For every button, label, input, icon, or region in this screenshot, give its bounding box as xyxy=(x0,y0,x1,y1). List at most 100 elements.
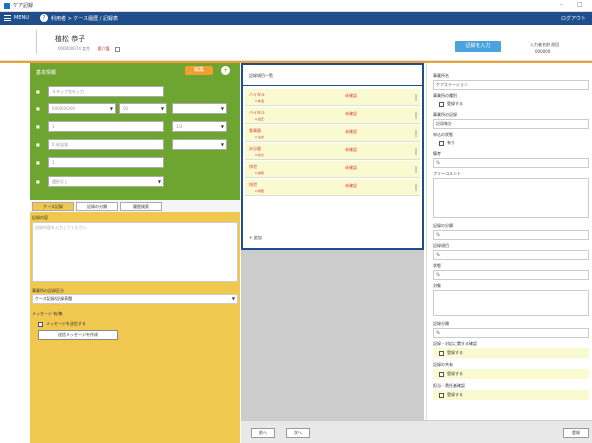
next-button[interactable]: 次へ xyxy=(286,428,310,438)
add-icon[interactable]: + xyxy=(221,66,230,75)
share-checkbox[interactable]: 登録する xyxy=(439,371,463,377)
maximize-button[interactable]: □ xyxy=(577,1,583,8)
list-item[interactable]: 水分量 0.水分 未確認 xyxy=(245,143,420,160)
checkbox-box[interactable] xyxy=(439,350,444,356)
tab-record-class[interactable]: 記録の分類 xyxy=(76,202,118,211)
divider xyxy=(36,30,37,54)
item-sub: 0.主食 xyxy=(255,135,264,139)
add-item-link[interactable]: + 追加 xyxy=(249,235,262,241)
field-label: ■ xyxy=(36,106,40,111)
record-input[interactable]: 0.体温測 xyxy=(48,139,164,150)
checkbox-box[interactable] xyxy=(38,321,43,327)
message-label: メッセージ 有/無 xyxy=(32,311,63,316)
field-label: フリーコメント xyxy=(433,171,461,176)
list-item[interactable]: バイタル 0.体温 未確認 xyxy=(245,89,420,106)
checkbox-box[interactable] xyxy=(439,371,444,377)
nav-bar: MENU ? 利用者 > ケース履歴 / 記録表 ログアウト xyxy=(0,12,592,25)
item-name: 排泄 xyxy=(249,164,257,169)
date-select[interactable]: 0000/00/00 xyxy=(48,103,116,114)
edit-button[interactable]: 編集 xyxy=(185,66,213,75)
drag-handle-icon[interactable] xyxy=(415,130,417,137)
status-checkbox[interactable]: 有り xyxy=(439,140,455,146)
checkbox-box[interactable] xyxy=(439,101,444,107)
field-label: 記録の分類 xyxy=(433,223,453,228)
record-input-button[interactable]: 記録を入力 xyxy=(455,41,501,52)
help-icon[interactable]: ? xyxy=(40,14,48,22)
item-input[interactable]: 1 xyxy=(48,121,164,132)
meta-line-2: 000000 xyxy=(535,49,551,54)
app-logo-icon xyxy=(4,3,10,9)
field-label: 事業所の種別 xyxy=(433,93,457,98)
item-status: 未確認 xyxy=(345,93,357,98)
checkbox-box[interactable] xyxy=(439,392,444,398)
count-input[interactable]: 1 xyxy=(48,157,164,168)
item-status: 未確認 xyxy=(345,165,357,170)
item-status: 未確認 xyxy=(345,147,357,152)
register-button[interactable]: 登録 xyxy=(563,428,589,438)
list-item[interactable]: 排泄 0.排尿 未確認 xyxy=(245,161,420,178)
list-item[interactable]: 排泄 0.排便 未確認 xyxy=(245,179,420,196)
list-header: 記録項目一覧 xyxy=(243,65,422,86)
field-label: 対象 xyxy=(433,283,441,288)
menu-label[interactable]: MENU xyxy=(14,15,29,21)
office-type-checkbox[interactable]: 登録する xyxy=(439,101,463,107)
drag-handle-icon[interactable] xyxy=(415,148,417,155)
field-label: ■ xyxy=(36,124,40,129)
field-label: 担当・責任者確認 xyxy=(433,383,465,388)
record-item-field[interactable]: % xyxy=(433,250,589,260)
confirm-checkbox[interactable]: 登録する xyxy=(439,350,463,356)
drag-handle-icon[interactable] xyxy=(415,166,417,173)
prev-button[interactable]: 前へ xyxy=(251,428,275,438)
field-label: 記録の共有 xyxy=(433,362,453,367)
tab-bar: ケース記録 記録の分類 履歴検索 xyxy=(30,200,240,212)
window-title: ケア記録 xyxy=(13,3,34,9)
tab-case-record[interactable]: ケース記録 xyxy=(32,202,74,211)
tab-history[interactable]: 履歴検索 xyxy=(120,202,162,211)
office-name-field[interactable]: ケアステーション xyxy=(433,80,589,90)
field-label: ■ xyxy=(36,160,40,165)
list-header-label: 記録項目一覧 xyxy=(249,73,273,78)
menu-icon[interactable] xyxy=(4,15,11,21)
note-field[interactable]: % xyxy=(433,158,589,168)
option-select[interactable] xyxy=(172,103,227,114)
office-record-field[interactable]: 記録集計 xyxy=(433,119,589,129)
send-message-checkbox[interactable]: メッセージを送信する xyxy=(38,321,86,327)
user-checkbox[interactable] xyxy=(114,46,120,52)
drag-handle-icon[interactable] xyxy=(415,94,417,101)
category-dropdown[interactable]: ケース記録/記録表題 xyxy=(32,294,238,304)
field-label: ■ xyxy=(36,89,40,94)
list-item[interactable]: バイタル 0.血圧 未確認 xyxy=(245,107,420,124)
drag-handle-icon[interactable] xyxy=(415,112,417,119)
free-comment-textarea[interactable] xyxy=(433,178,589,218)
item-sub: 0.排便 xyxy=(255,189,264,193)
memo-label: 記録内容 xyxy=(32,215,48,220)
record-category-field[interactable]: % xyxy=(433,328,589,338)
staff-name-input[interactable]: スタッフ名を入力 xyxy=(48,86,164,97)
list-item[interactable]: 食事量 0.主食 未確認 xyxy=(245,125,420,142)
item-name: バイタル xyxy=(249,92,265,97)
field-label: 申込の状態 xyxy=(433,132,453,137)
record-item-list: 記録項目一覧 バイタル 0.体温 未確認 バイタル 0.血圧 未確認 食事量 0… xyxy=(241,63,424,250)
user-id: 000000074 女性 xyxy=(58,46,91,51)
drag-handle-icon[interactable] xyxy=(415,184,417,191)
record-class-field[interactable]: % xyxy=(433,230,589,240)
record-unit-select[interactable] xyxy=(172,139,227,150)
field-label: 記録・対応に関する確認 xyxy=(433,341,477,346)
checkbox-box[interactable] xyxy=(439,140,444,146)
target-field[interactable] xyxy=(433,290,589,316)
item-name: 水分量 xyxy=(249,146,261,151)
minimize-button[interactable]: – xyxy=(560,1,563,8)
detail-panel: 事業所名 ケアステーション 事業所の種別 登録する 事業所の記録 記録集計 申込… xyxy=(426,63,592,420)
state-field[interactable]: % xyxy=(433,270,589,280)
create-message-button[interactable]: 送信メッセージを作成 xyxy=(38,330,118,340)
checkbox-label: メッセージを送信する xyxy=(46,321,86,326)
logout-link[interactable]: ログアウト xyxy=(561,15,586,22)
item-unit-select[interactable]: 1/4 xyxy=(172,121,227,132)
time-select[interactable]: 00 xyxy=(119,103,167,114)
category-select[interactable]: 選択なし xyxy=(48,176,164,187)
checkbox-label: 登録する xyxy=(447,371,463,376)
field-label: ■ xyxy=(36,142,40,147)
memo-textarea[interactable]: 記録内容を入力してください xyxy=(32,222,238,282)
field-label: 事業所名 xyxy=(433,73,449,78)
manager-checkbox[interactable]: 登録する xyxy=(439,392,463,398)
